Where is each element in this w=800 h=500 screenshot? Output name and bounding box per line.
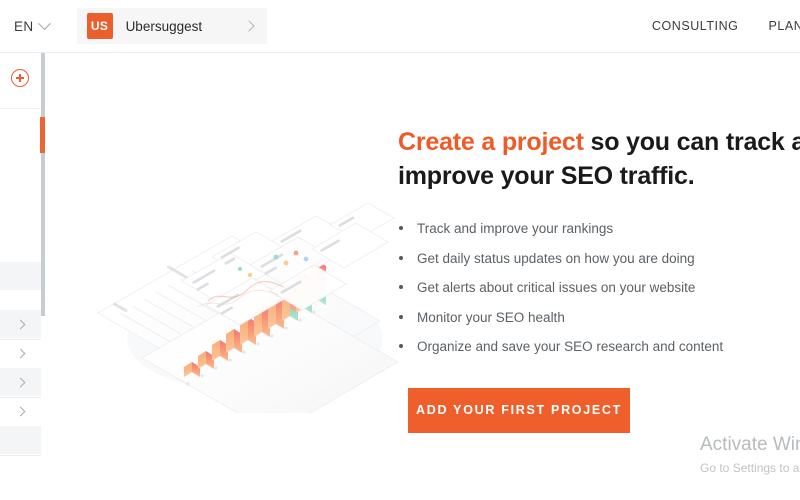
isometric-dashboard-illustration: [80, 153, 410, 435]
sidebar-row-band-4: [0, 426, 41, 454]
main-content: Create a project so you can track an imp…: [45, 53, 800, 500]
project-selector[interactable]: US Ubersuggest: [76, 8, 267, 44]
plus-circle-icon[interactable]: [11, 69, 29, 87]
chevron-down-icon: [37, 16, 51, 30]
language-selector[interactable]: EN: [14, 16, 51, 34]
list-item: Organize and save your SEO research and …: [398, 338, 798, 355]
add-first-project-button[interactable]: ADD YOUR FIRST PROJECT: [408, 387, 630, 433]
chevron-right-icon: [15, 406, 26, 416]
project-badge: US: [86, 13, 113, 39]
sidebar-item-2[interactable]: [0, 339, 41, 367]
sidebar-divider-1: [0, 108, 41, 109]
copy-column: Create a project so you can track an imp…: [398, 125, 800, 433]
list-item: Track and improve your rankings: [398, 220, 798, 237]
sidebar-item-4[interactable]: [0, 397, 41, 425]
list-item: Get daily status updates on how you are …: [398, 250, 798, 267]
sidebar-band-1: [0, 262, 41, 290]
page-root: EN US Ubersuggest CONSULTING PLANS & P: [0, 0, 800, 500]
sidebar-item-3[interactable]: [0, 368, 41, 396]
list-item: Monitor your SEO health: [398, 309, 798, 326]
nav-item-consulting[interactable]: CONSULTING: [652, 19, 739, 33]
page-title: Create a project so you can track an imp…: [398, 125, 800, 193]
top-header: EN US Ubersuggest CONSULTING PLANS & P: [0, 0, 800, 53]
headline-accent: Create a project: [398, 128, 584, 156]
list-item: Get alerts about critical issues on your…: [398, 279, 798, 296]
chevron-right-icon: [15, 319, 26, 329]
language-label: EN: [14, 18, 34, 34]
main-nav: CONSULTING PLANS & P: [652, 19, 800, 33]
feature-list: Track and improve your rankings Get dail…: [398, 220, 798, 355]
headline-line2: improve your SEO traffic.: [398, 162, 695, 190]
headline-rest: so you can track an: [583, 128, 800, 156]
nav-item-plans[interactable]: PLANS & P: [768, 19, 800, 33]
sidebar-item-1[interactable]: [0, 310, 41, 338]
left-sidebar: [0, 53, 41, 500]
chevron-right-icon: [15, 377, 26, 387]
chevron-right-icon: [15, 348, 26, 358]
chevron-right-icon: [242, 20, 255, 32]
sidebar-divider-4: [0, 455, 41, 456]
project-name: Ubersuggest: [125, 18, 203, 34]
